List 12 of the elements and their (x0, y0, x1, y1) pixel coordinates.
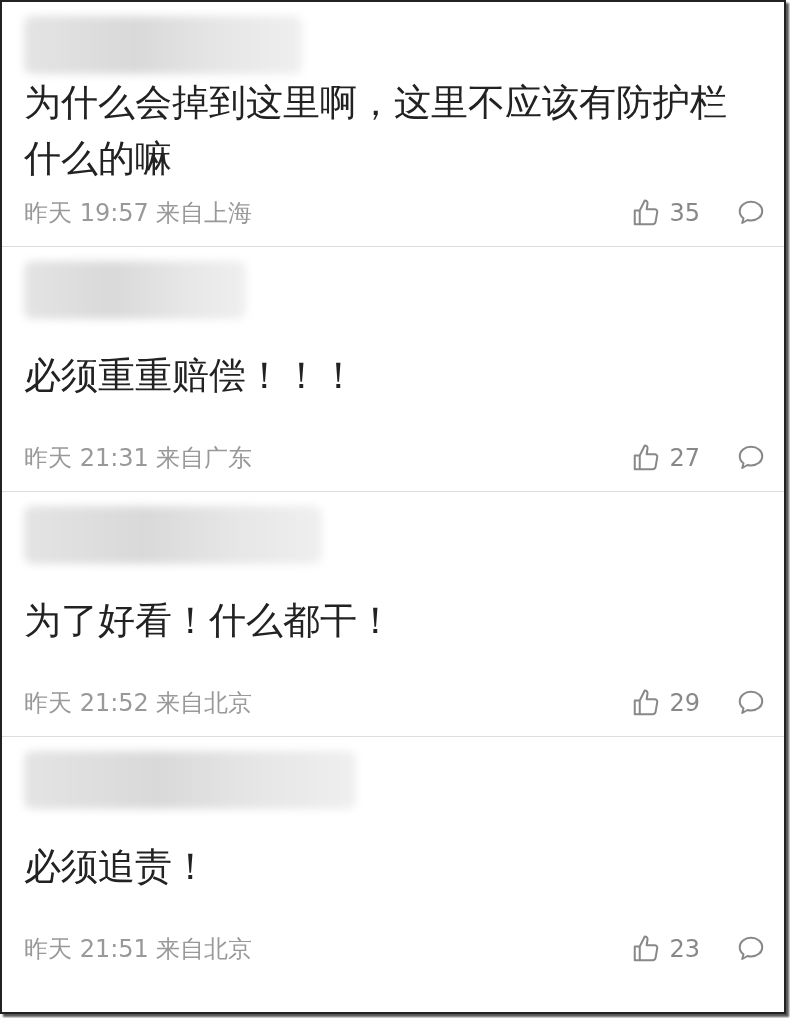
comment-time: 昨天 21:52 来自北京 (24, 688, 254, 719)
comment-text: 必须追责！ (24, 843, 209, 890)
like-count: 29 (669, 689, 700, 717)
comment-text: 为什么会掉到这里啊，这里不应该有防护栏什么的嘛 (24, 80, 728, 182)
comment-text: 必须重重赔偿！！！ (24, 353, 357, 399)
like-count: 23 (669, 935, 700, 963)
comment-text: 为了好看！什么都干！ (24, 598, 394, 644)
comment-time: 昨天 19:57 来自上海 (24, 198, 254, 229)
comment-time: 昨天 21:31 来自广东 (24, 443, 254, 474)
like-count: 27 (669, 444, 700, 472)
like-count: 35 (669, 199, 700, 227)
comment-time: 昨天 21:51 来自北京 (24, 934, 254, 965)
